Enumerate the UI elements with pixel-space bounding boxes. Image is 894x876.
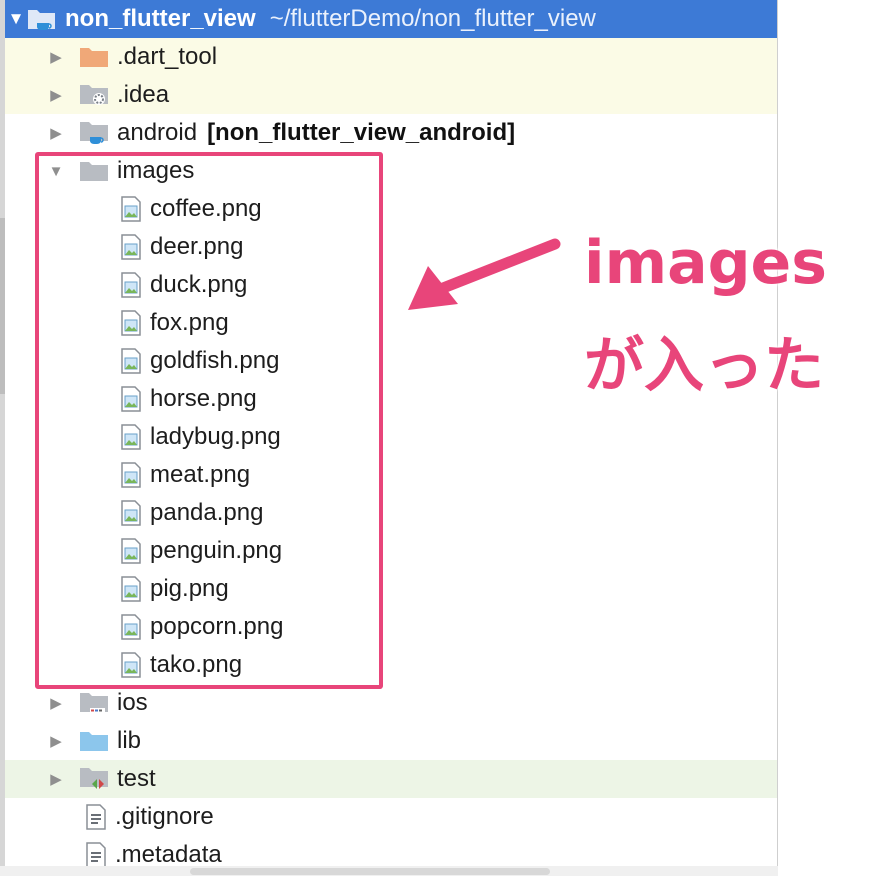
tree-row-android[interactable]: ▶ android [non_flutter_view_android] (5, 114, 777, 152)
callout-arrow-icon (408, 238, 561, 310)
collapsed-arrow-icon[interactable]: ▶ (45, 38, 67, 76)
project-root-row[interactable]: ▼ non_flutter_view ~/flutterDemo/non_flu… (5, 0, 777, 38)
collapsed-arrow-icon[interactable]: ▶ (45, 684, 67, 722)
tree-row-ios[interactable]: ▶ ios (5, 684, 777, 722)
project-path: ~/flutterDemo/non_flutter_view (269, 5, 596, 32)
tree-row-test[interactable]: ▶ test (5, 760, 777, 798)
annotation-line-2: が入った (584, 331, 824, 401)
text-file-icon (85, 842, 107, 868)
collapsed-arrow-icon[interactable]: ▶ (45, 114, 67, 152)
annotation-callout: images が入った (584, 224, 884, 406)
module-folder-icon (79, 119, 109, 147)
ios-folder-icon (79, 690, 109, 716)
tree-label: ios (117, 689, 148, 716)
tree-label: .gitignore (115, 803, 214, 830)
tree-label: .metadata (115, 841, 222, 868)
settings-folder-icon (79, 82, 109, 108)
tree-row-gitignore[interactable]: .gitignore (5, 798, 777, 836)
horizontal-scrollbar-thumb[interactable] (190, 868, 550, 875)
tree-label: test (117, 765, 156, 792)
tree-label: .idea (117, 81, 170, 108)
tree-label: android (117, 119, 198, 146)
collapsed-arrow-icon[interactable]: ▶ (45, 76, 67, 114)
project-name: non_flutter_view (65, 5, 256, 32)
tree-row-dart-tool[interactable]: ▶ .dart_tool (5, 38, 777, 76)
tree-row-idea[interactable]: ▶ .idea (5, 76, 777, 114)
module-folder-icon (27, 6, 57, 32)
images-highlight-box (35, 152, 383, 689)
expanded-arrow-icon[interactable]: ▼ (5, 0, 27, 38)
orange-folder-icon (79, 45, 109, 69)
tree-row-lib[interactable]: ▶ lib (5, 722, 777, 760)
test-folder-icon (79, 765, 109, 793)
tree-label: lib (117, 727, 142, 754)
annotation-line-1: images (584, 228, 827, 298)
panel-divider (777, 0, 778, 876)
collapsed-arrow-icon[interactable]: ▶ (45, 760, 67, 798)
source-folder-icon (79, 729, 109, 753)
text-file-icon (85, 804, 107, 830)
collapsed-arrow-icon[interactable]: ▶ (45, 722, 67, 760)
tree-label: .dart_tool (117, 43, 218, 70)
module-name: [non_flutter_view_android] (207, 119, 516, 146)
